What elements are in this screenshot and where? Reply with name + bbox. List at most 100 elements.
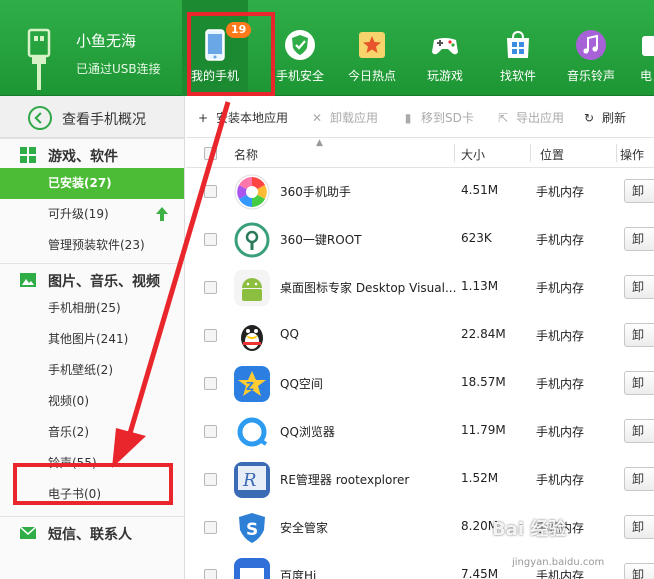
sidebar-item-wallpaper[interactable]: 手机壁纸(2) [0, 355, 184, 386]
sidebar-item-other-images[interactable]: 其他图片(241) [0, 324, 184, 355]
tab-phone-security[interactable]: 手机安全 [267, 0, 333, 96]
sidebar-group-sms-contacts[interactable]: 短信、联系人 [0, 516, 184, 546]
row-uninstall-button[interactable]: 卸 [624, 467, 654, 491]
row-checkbox[interactable] [204, 329, 217, 342]
row-uninstall-button[interactable]: 卸 [624, 179, 654, 203]
table-row[interactable]: QQ浏览器 11.79M 手机内存 卸 [186, 408, 654, 456]
sidebar-group-games-software[interactable]: 游戏、软件 [0, 138, 184, 168]
row-checkbox[interactable] [204, 281, 217, 294]
tab-today-hot[interactable]: 今日热点 [339, 0, 405, 96]
move-to-sd-button[interactable]: ▮ 移到SD卡 [401, 109, 474, 126]
app-location: 手机内存 [536, 569, 585, 579]
tab-play-games[interactable]: 玩游戏 [412, 0, 478, 96]
column-size-header[interactable]: 大小 [461, 146, 485, 163]
qq-browser-icon [234, 414, 270, 450]
table-row[interactable]: 桌面图标专家 Desktop Visual... 1.13M 手机内存 卸 [186, 264, 654, 312]
tab-video[interactable]: 电 [630, 0, 654, 96]
uninstall-app-button[interactable]: ✕ 卸载应用 [310, 109, 378, 126]
annotation-highlight-ringtone [13, 463, 173, 505]
row-checkbox[interactable] [204, 473, 217, 486]
row-uninstall-button[interactable]: 卸 [624, 227, 654, 251]
qq-penguin-icon [234, 318, 270, 354]
app-name: QQ空间 [280, 377, 323, 391]
column-name-header[interactable]: 名称 [234, 146, 258, 163]
tab-music-ringtone[interactable]: 音乐铃声 [558, 0, 624, 96]
annotation-highlight-my-phone [187, 12, 275, 96]
column-divider [616, 144, 617, 162]
column-location-header[interactable]: 位置 [540, 146, 564, 163]
app-size: 7.45M [461, 567, 499, 579]
root-key-icon [234, 222, 270, 258]
app-size: 22.84M [461, 327, 506, 341]
plus-icon: + [197, 111, 209, 125]
row-uninstall-button[interactable]: 卸 [624, 371, 654, 395]
refresh-button[interactable]: ↻ 刷新 [582, 109, 626, 126]
table-header: 名称 ▲ 大小 位置 操作 [186, 138, 654, 168]
sidebar-item-video[interactable]: 视频(0) [0, 386, 184, 417]
shield-icon [285, 30, 315, 60]
installed-apps-table: 名称 ▲ 大小 位置 操作 360手机助手 4.51M 手机内存 卸 360一键… [186, 138, 654, 579]
app-name: 百度Hi [280, 569, 317, 579]
table-row[interactable]: S 安全管家 8.20M 手机内存 卸 [186, 504, 654, 552]
back-arrow-icon [28, 106, 52, 130]
app-location: 手机内存 [536, 377, 585, 391]
app-location: 手机内存 [536, 233, 585, 247]
star-icon [359, 32, 385, 58]
svg-text:R: R [242, 470, 257, 491]
app-location: 手机内存 [536, 473, 585, 487]
app-name: 360手机助手 [280, 185, 351, 199]
move-sd-label: 移到SD卡 [421, 111, 474, 125]
tab-label: 电 [640, 69, 653, 83]
sidebar-group-media[interactable]: 图片、音乐、视频 [0, 263, 184, 293]
row-checkbox[interactable] [204, 185, 217, 198]
group-label: 图片、音乐、视频 [48, 274, 160, 290]
row-checkbox[interactable] [204, 233, 217, 246]
row-uninstall-button[interactable]: 卸 [624, 515, 654, 539]
sidebar-item-upgradable[interactable]: 可升级(19) [0, 199, 184, 230]
svg-text:Z: Z [246, 380, 254, 393]
column-action-header: 操作 [620, 148, 645, 162]
image-icon [20, 273, 36, 287]
sidebar-item-album[interactable]: 手机相册(25) [0, 293, 184, 324]
app-size: 1.13M [461, 279, 499, 293]
tab-find-software[interactable]: 找软件 [485, 0, 551, 96]
row-checkbox[interactable] [204, 569, 217, 579]
tab-label: 今日热点 [347, 69, 396, 83]
app-name: 桌面图标专家 Desktop Visual... [280, 281, 457, 295]
app-location: 手机内存 [536, 329, 585, 343]
table-row[interactable]: 360手机助手 4.51M 手机内存 卸 [186, 168, 654, 216]
app-name: 360一键ROOT [280, 233, 362, 247]
upgrade-arrow-icon [156, 207, 168, 221]
row-checkbox[interactable] [204, 425, 217, 438]
view-phone-overview-button[interactable]: 查看手机概况 [0, 96, 184, 138]
install-local-app-button[interactable]: + 安装本地应用 [196, 109, 288, 126]
row-uninstall-button[interactable]: 卸 [624, 275, 654, 299]
row-checkbox[interactable] [204, 377, 217, 390]
table-row[interactable]: 360一键ROOT 623K 手机内存 卸 [186, 216, 654, 264]
table-row[interactable]: QQ 22.84M 手机内存 卸 [186, 312, 654, 360]
sidebar-item-preinstalled[interactable]: 管理预装软件(23) [0, 230, 184, 261]
select-all-checkbox[interactable] [204, 147, 217, 160]
security-s-icon: S [234, 510, 270, 546]
export-icon: ⇱ [497, 111, 509, 125]
app-name: RE管理器 rootexplorer [280, 473, 410, 487]
sidebar: 查看手机概况 游戏、软件 已安装(27) 可升级(19) 管理预装软件(23) … [0, 96, 185, 579]
app-size: 18.57M [461, 375, 506, 389]
360-assistant-icon [234, 174, 270, 210]
overview-label: 查看手机概况 [62, 112, 146, 128]
row-uninstall-button[interactable]: 卸 [624, 419, 654, 443]
sidebar-item-installed[interactable]: 已安装(27) [0, 168, 184, 199]
table-row[interactable]: R RE管理器 rootexplorer 1.52M 手机内存 卸 [186, 456, 654, 504]
sidebar-item-music[interactable]: 音乐(2) [0, 417, 184, 448]
table-row[interactable]: Z QQ空间 18.57M 手机内存 卸 [186, 360, 654, 408]
row-uninstall-button[interactable]: 卸 [624, 563, 654, 579]
store-bag-icon [507, 30, 529, 58]
video-icon [642, 36, 654, 56]
app-location: 手机内存 [536, 185, 585, 199]
tab-label: 手机安全 [275, 69, 324, 83]
row-checkbox[interactable] [204, 521, 217, 534]
app-name: 安全管家 [280, 521, 329, 535]
connection-status: 已通过USB连接 [76, 62, 161, 76]
row-uninstall-button[interactable]: 卸 [624, 323, 654, 347]
export-app-button[interactable]: ⇱ 导出应用 [496, 109, 564, 126]
